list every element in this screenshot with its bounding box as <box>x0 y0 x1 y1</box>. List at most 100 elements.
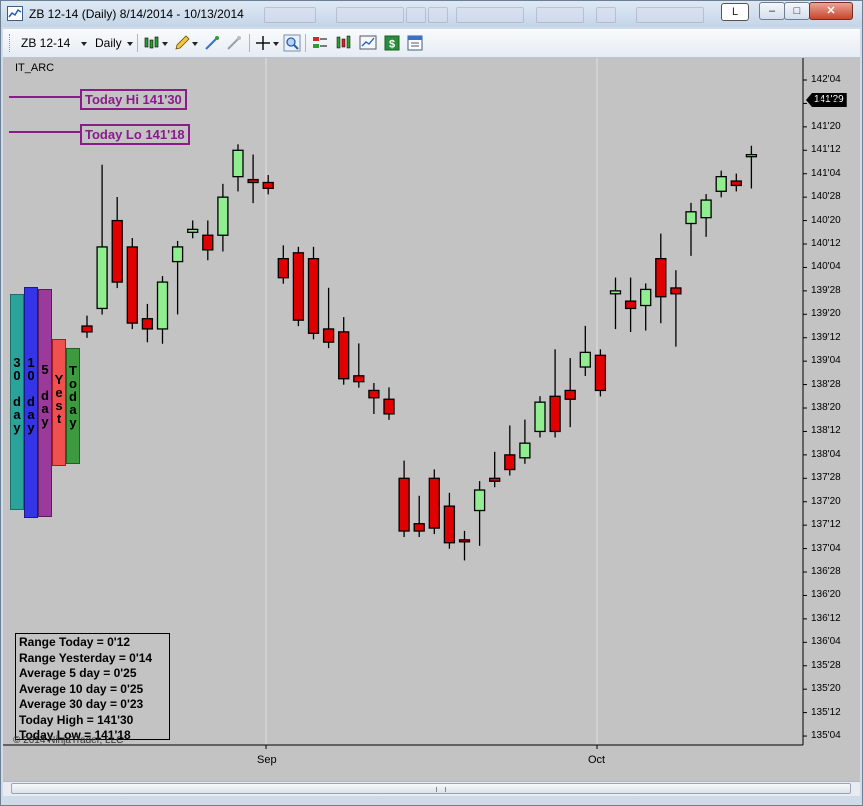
cursor-dropdown-arrow-icon[interactable] <box>273 42 279 46</box>
today-low-label: Today Lo 141'18 <box>80 124 190 145</box>
candle <box>700 194 712 237</box>
down-candle-body <box>443 505 456 544</box>
price-tick-label: 140'20 <box>811 214 841 226</box>
price-tick-label: 138'04 <box>811 448 841 460</box>
minimize-button[interactable]: ‒ <box>759 2 785 20</box>
drawing-dropdown-arrow-icon[interactable] <box>192 42 198 46</box>
candle <box>171 240 184 315</box>
time-tick-label: Sep <box>257 754 277 766</box>
stat-average-30-day: Average 30 day = 0'23 <box>19 697 144 711</box>
down-candle-body <box>383 398 395 415</box>
candle <box>81 315 93 338</box>
candle <box>730 173 742 192</box>
label-30-day: 30 day <box>13 355 21 435</box>
candle <box>277 245 289 284</box>
chart-style-icon[interactable] <box>143 34 161 52</box>
candle <box>670 270 682 347</box>
instrument-selector[interactable]: ZB 12-14 <box>21 36 70 50</box>
dollar-icon[interactable]: $ <box>383 34 401 52</box>
price-tick-label: 140'04 <box>811 261 841 273</box>
up-candle-body <box>171 246 184 263</box>
strategies-icon[interactable] <box>359 34 377 52</box>
candlestick-series <box>81 144 758 561</box>
up-candle-body <box>232 149 244 178</box>
price-tick-label: 140'28 <box>811 191 841 203</box>
up-candle-body <box>715 175 727 192</box>
chart-gridlines <box>265 58 598 745</box>
candle <box>564 358 576 428</box>
candle <box>96 164 108 315</box>
properties-icon[interactable] <box>406 34 424 52</box>
candle <box>640 283 652 331</box>
up-candle-body <box>745 154 758 158</box>
candle <box>141 303 154 343</box>
horizontal-scrollbar[interactable] <box>3 781 860 796</box>
label-yesterday: Yest <box>54 372 64 426</box>
title-bar[interactable]: ZB 12-14 (Daily) 8/14/2014 - 10/13/2014 … <box>1 1 862 27</box>
up-candle-body <box>609 290 622 295</box>
down-candle-body <box>292 252 305 321</box>
price-tick-label: 135'04 <box>811 730 841 742</box>
svg-text:$: $ <box>389 39 395 51</box>
price-tick-label: 137'04 <box>811 542 841 554</box>
instrument-dropdown-arrow-icon[interactable] <box>81 42 87 46</box>
link-button[interactable]: L <box>721 3 749 21</box>
candle <box>655 233 667 324</box>
price-tick-label: 137'28 <box>811 472 841 484</box>
candle <box>126 238 138 330</box>
price-tick-label: 137'12 <box>811 519 841 531</box>
indicators-icon[interactable] <box>335 34 353 52</box>
candle <box>609 277 622 330</box>
candle <box>322 287 335 349</box>
down-candle-body <box>126 246 138 324</box>
toolbar-separator <box>249 34 250 52</box>
price-tick-label: 141'20 <box>811 120 841 132</box>
candle <box>685 202 697 256</box>
chart-style-dropdown-arrow-icon[interactable] <box>162 42 168 46</box>
down-candle-body <box>338 331 350 380</box>
up-candle-body <box>700 199 712 219</box>
up-candle-body <box>519 442 531 459</box>
candle <box>247 154 259 204</box>
chart-window: ZB 12-14 (Daily) 8/14/2014 - 10/13/2014 … <box>0 0 863 806</box>
cursor-mode-icon[interactable] <box>254 34 272 52</box>
price-tick-label: 138'12 <box>811 425 841 437</box>
price-tick-label: 141'12 <box>811 144 841 156</box>
price-tick-label: 142'04 <box>811 74 841 85</box>
price-tick-label: 136'20 <box>811 589 841 601</box>
toolbar-grip[interactable] <box>9 34 13 52</box>
down-candle-body <box>353 375 365 383</box>
up-candle-body <box>187 228 199 233</box>
price-tick-label: 136'04 <box>811 636 841 648</box>
interval-selector[interactable]: Daily <box>95 36 122 50</box>
candle <box>353 343 365 388</box>
candle <box>338 317 350 385</box>
maximize-button[interactable]: □ <box>784 2 810 20</box>
candle <box>489 451 501 488</box>
stat-average-10-day: Average 10 day = 0'25 <box>19 681 144 696</box>
interval-dropdown-arrow-icon[interactable] <box>127 42 133 46</box>
drawing-pencil-icon[interactable] <box>173 34 191 52</box>
today-high-label: Today Hi 141'30 <box>80 89 187 110</box>
candle <box>292 246 305 327</box>
background-window-tabs <box>256 5 716 23</box>
close-button[interactable]: ✕ <box>809 2 853 20</box>
down-candle-body <box>428 477 440 529</box>
hide-drawings-icon[interactable] <box>225 34 243 52</box>
scrollbar-thumb[interactable] <box>11 783 851 794</box>
zoom-icon[interactable] <box>283 34 301 52</box>
price-tick-label: 139'20 <box>811 308 841 320</box>
candle <box>413 495 425 538</box>
copyright-text: © 2014 NinjaTrader, LLC <box>13 735 124 746</box>
price-chart[interactable]: IT_ARC Today Hi 141'30 Today Lo 141'18 3… <box>3 58 860 781</box>
order-entry-icon[interactable] <box>311 34 329 52</box>
up-candle-body <box>96 246 108 310</box>
toolbar-separator <box>137 34 138 52</box>
crosshair-tool-icon[interactable] <box>203 34 221 52</box>
down-candle-body <box>398 477 410 532</box>
down-candle-body <box>247 178 259 184</box>
down-candle-body <box>655 258 667 298</box>
candle <box>519 419 531 464</box>
candle <box>202 220 214 261</box>
candle <box>534 396 546 438</box>
